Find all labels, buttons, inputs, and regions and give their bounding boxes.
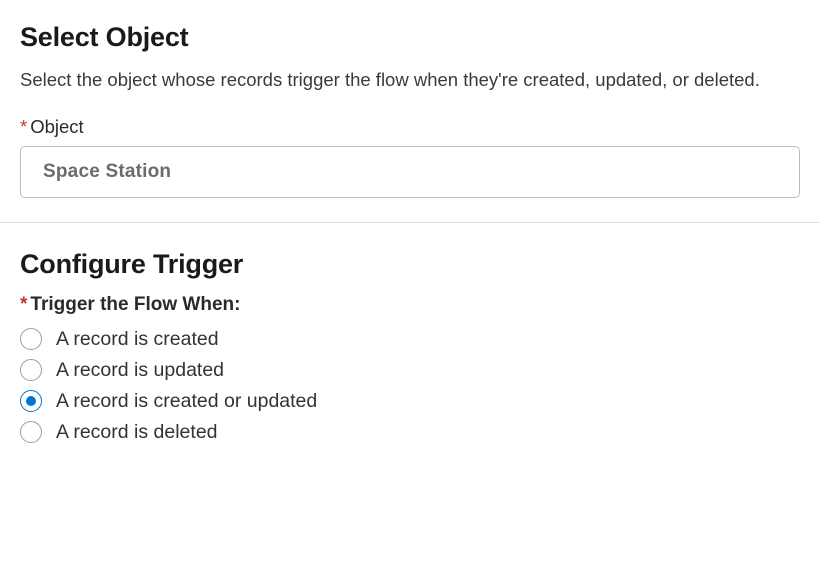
configure-trigger-heading: Configure Trigger [20,249,800,280]
radio-option-updated[interactable]: A record is updated [20,359,800,382]
trigger-legend: *Trigger the Flow When: [20,294,800,316]
required-asterisk-icon: * [20,116,27,137]
configure-trigger-section: Configure Trigger *Trigger the Flow When… [18,223,802,468]
object-field-label: *Object [20,116,800,138]
trigger-radio-group: A record is created A record is updated … [20,328,800,444]
required-asterisk-icon: * [20,294,27,315]
radio-label: A record is created or updated [56,390,317,413]
trigger-legend-text: Trigger the Flow When: [30,294,240,315]
radio-option-created-or-updated[interactable]: A record is created or updated [20,390,800,413]
radio-label: A record is created [56,328,219,351]
object-label-text: Object [30,116,83,137]
radio-option-deleted[interactable]: A record is deleted [20,421,800,444]
radio-icon [20,390,42,412]
radio-icon [20,359,42,381]
radio-icon [20,328,42,350]
radio-dot-icon [26,396,36,406]
object-input[interactable]: Space Station [20,146,800,198]
select-object-heading: Select Object [20,22,800,53]
radio-option-created[interactable]: A record is created [20,328,800,351]
radio-icon [20,421,42,443]
radio-label: A record is updated [56,359,224,382]
select-object-section: Select Object Select the object whose re… [18,18,802,222]
radio-label: A record is deleted [56,421,218,444]
select-object-description: Select the object whose records trigger … [20,67,780,94]
